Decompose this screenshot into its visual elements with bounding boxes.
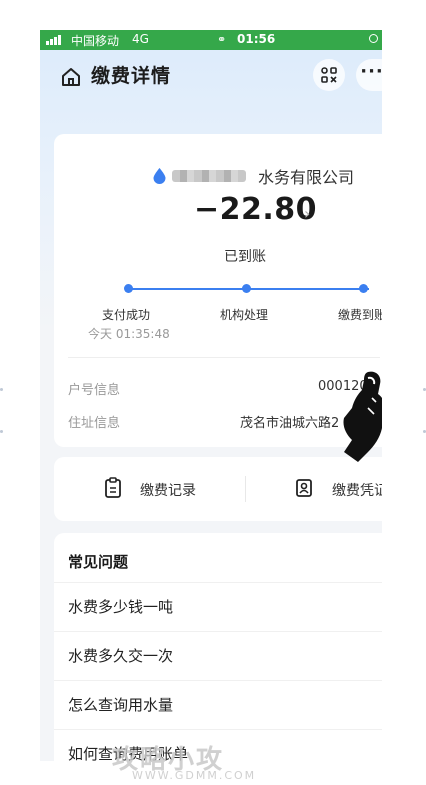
payment-status: 已到账 [224,249,266,265]
water-drop-icon [153,168,166,184]
company-name-redacted [172,170,246,182]
scan-button[interactable] [313,59,345,91]
faq-item[interactable]: 水费多少钱一吨 [68,596,173,617]
scan-icon [321,67,337,83]
progress-dot [359,284,368,293]
carrier-name: 中国移动 [71,34,120,48]
step-label: 缴费到账 [338,308,382,322]
progress-dot [124,284,133,293]
payment-records-button[interactable]: 缴费记录 [140,480,196,500]
clipboard-icon[interactable] [104,477,122,499]
hand-gesture-icon [343,371,382,462]
link-icon: ⚭ [217,33,227,46]
status-bar: 中国移动 4G ⚭ 01:56 [40,30,382,50]
payment-amount[interactable]: −22.80 [194,192,317,227]
edge-marker [0,388,3,391]
address-value: 茂名市油城六路2 [240,416,340,431]
company-name: 水务有限公司 [258,168,355,187]
account-label: 户号信息 [68,383,121,398]
faq-item[interactable]: 怎么查询用水量 [68,694,173,715]
network-type: 4G [132,32,149,46]
divider [54,631,382,632]
watermark-url: WWW.GDMM.COM [132,769,257,782]
more-icon: ··· [360,60,382,82]
chevron-right-icon[interactable]: › [304,204,310,223]
nav-bar: 缴费详情 ··· [40,50,382,100]
status-time: 01:56 [237,32,276,46]
divider [68,357,380,358]
faq-title: 常见问题 [68,553,129,571]
progress-dot [242,284,251,293]
divider [245,476,246,502]
actions-card: 缴费记录 缴费凭证 [54,457,382,521]
page-title: 缴费详情 [91,65,172,87]
divider [54,729,382,730]
divider [54,680,382,681]
step-time: 今天 01:35:48 [88,327,170,341]
signal-icon [46,35,61,45]
more-button[interactable]: ··· [356,59,382,91]
payment-card: 水务有限公司 −22.80 › 已到账 支付成功 机构处理 缴费到账 今天 01… [54,134,382,447]
address-label: 住址信息 [68,416,121,431]
home-icon[interactable] [60,66,82,88]
phone-screen: 中国移动 4G ⚭ 01:56 缴费详情 ··· 水务有限公司 −22.80 ›… [40,30,382,761]
divider [54,582,382,583]
watermark: 攻略小攻 WWW.GDMM.COM [102,735,322,785]
step-label: 机构处理 [220,308,269,322]
payment-voucher-button[interactable]: 缴费凭证 [332,480,382,500]
faq-item[interactable]: 水费多久交一次 [68,645,173,666]
rotation-lock-icon [369,34,378,43]
edge-marker [0,430,3,433]
step-label: 支付成功 [102,308,151,322]
faq-card: 常见问题 水费多少钱一吨 水费多久交一次 怎么查询用水量 如何查询费用账单 [54,533,382,761]
receipt-icon[interactable] [295,477,313,499]
